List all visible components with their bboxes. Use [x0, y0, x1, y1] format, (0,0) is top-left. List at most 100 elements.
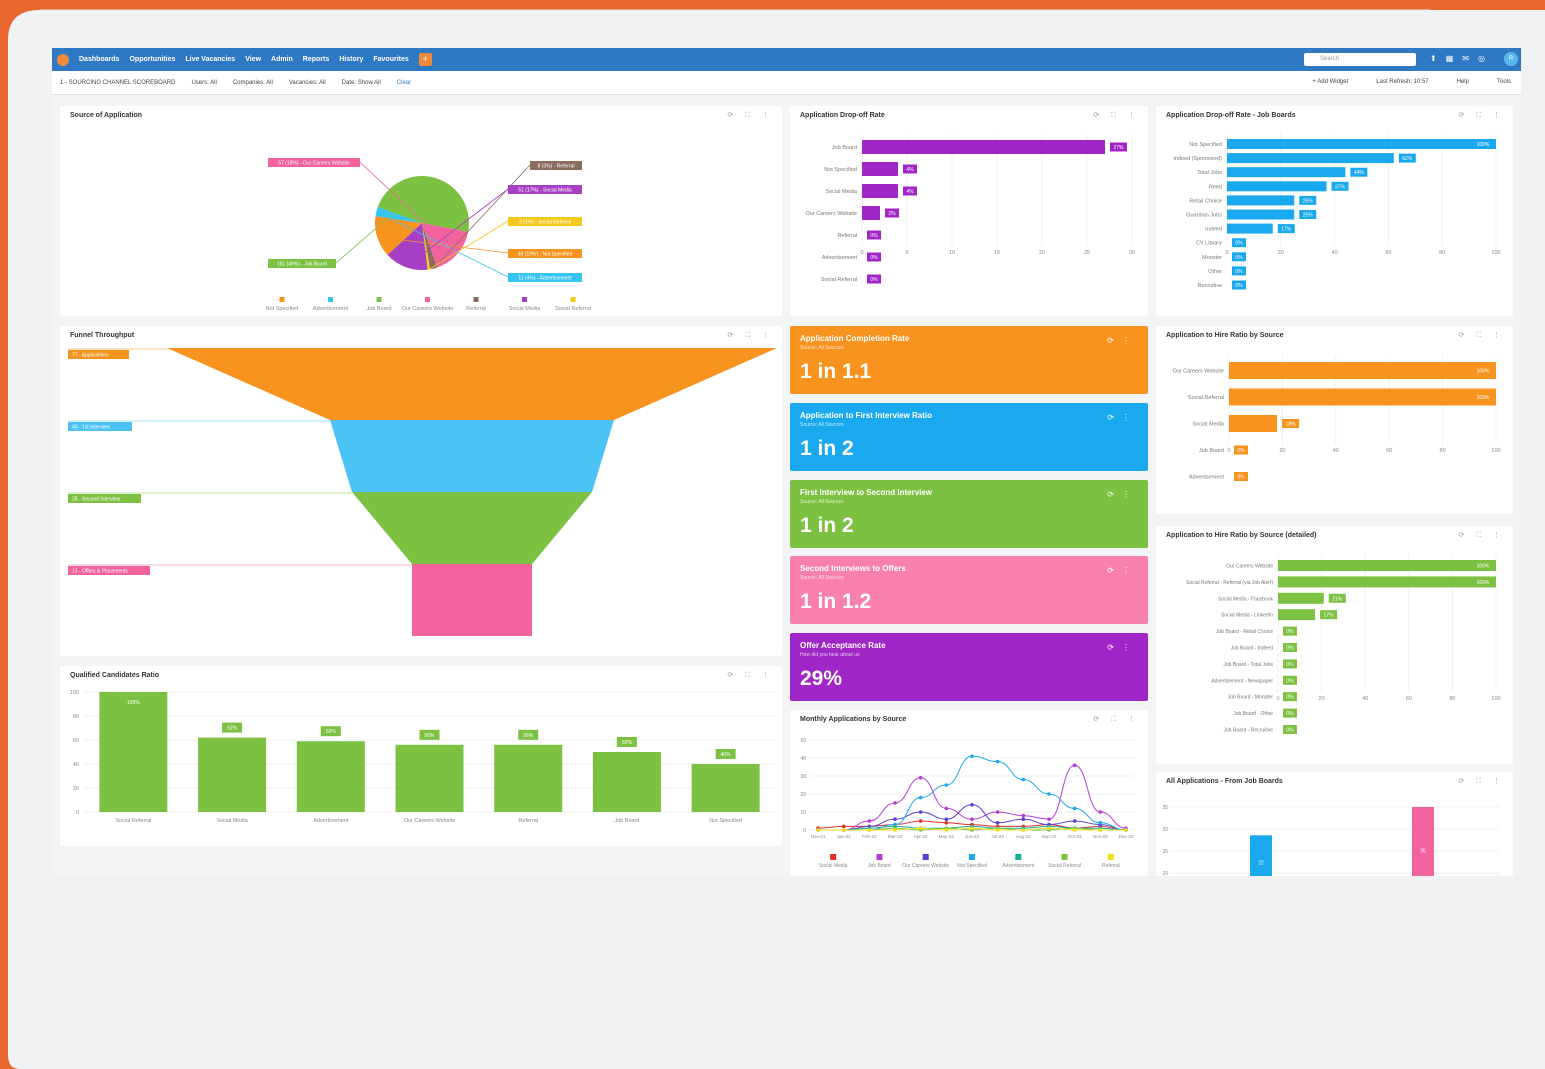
- kpi-actions[interactable]: ⟳⋮: [1107, 643, 1138, 652]
- data-label: 0%: [1237, 475, 1245, 481]
- kpi-subtitle: Source: All Sources: [800, 422, 844, 428]
- monthly-panel: Monthly Applications by Source ⟳ ⛶ ⋮ 0 10…: [790, 710, 1148, 876]
- data-label: 27%: [1113, 145, 1124, 151]
- data-label: 44%: [1354, 170, 1365, 176]
- legend-swatch: [1015, 854, 1022, 860]
- nav-reports[interactable]: Reports: [303, 56, 329, 63]
- kpi-actions[interactable]: ⟳⋮: [1107, 566, 1138, 575]
- nav-view[interactable]: View: [245, 56, 261, 63]
- category-label: Job Board - Recruitive: [1224, 728, 1274, 734]
- last-refresh-button[interactable]: Last Refresh: 10:57: [1376, 79, 1428, 85]
- data-label: 0%: [1286, 711, 1294, 717]
- data-point: [918, 776, 923, 780]
- kpi-actions[interactable]: ⟳⋮: [1107, 490, 1138, 499]
- tick-label: 80: [1440, 448, 1446, 454]
- legend-label: Referral: [1102, 863, 1120, 869]
- kpi-card[interactable]: Offer Acceptance Rate How did you hear a…: [790, 633, 1148, 701]
- kpi-card[interactable]: Application to First Interview Ratio Sou…: [790, 403, 1148, 471]
- tick-label: 10: [800, 810, 806, 816]
- data-label: 0%: [1286, 695, 1294, 701]
- data-label: 21%: [1332, 596, 1343, 602]
- dashboard-name[interactable]: 1 - SOURCING CHANNEL SCOREBOARD: [60, 80, 175, 86]
- kpi-actions[interactable]: ⟳⋮: [1107, 336, 1138, 345]
- nav-favourites[interactable]: Favourites: [373, 56, 408, 63]
- tick-label: 25: [1084, 250, 1090, 256]
- category-label: Recruitive: [1198, 283, 1222, 289]
- add-nav-button[interactable]: +: [418, 53, 432, 66]
- data-label: 56%: [523, 733, 534, 739]
- x-tick-label: Nov-21: [811, 834, 826, 839]
- x-tick-label: Nov-22: [1093, 834, 1108, 839]
- nav-admin[interactable]: Admin: [271, 56, 293, 63]
- panel-actions[interactable]: ⟳ ⛶ ⋮: [1458, 777, 1505, 786]
- category-label: Referral: [518, 818, 538, 824]
- calendar-icon[interactable]: ▦: [1446, 54, 1454, 63]
- funnel-label: 77 - Applications: [72, 353, 109, 359]
- nav-dashboards[interactable]: Dashboards: [79, 56, 119, 63]
- tools-button[interactable]: Tools: [1497, 79, 1511, 85]
- tick-label: 0: [860, 250, 863, 256]
- bar: [1227, 223, 1273, 234]
- kpi-subtitle: Source: All Sources: [800, 345, 844, 351]
- category-label: Referral: [837, 233, 857, 239]
- data-point: [918, 795, 923, 800]
- nav-history[interactable]: History: [339, 56, 363, 63]
- category-label: Indeed: [1205, 227, 1222, 233]
- mail-icon[interactable]: ✉: [1462, 54, 1469, 63]
- vacancies-filter[interactable]: Vacancies: All: [289, 80, 326, 86]
- tick-label: 30: [1129, 250, 1135, 256]
- panel-actions[interactable]: ⟳ ⛶ ⋮: [727, 331, 774, 340]
- data-point: [944, 821, 949, 825]
- legend-label: Advertisement: [1002, 863, 1035, 869]
- kpi-card[interactable]: Application Completion Rate Source: All …: [790, 326, 1148, 394]
- bar: [862, 184, 898, 198]
- funnel-label: 28 - Second Interview: [72, 497, 121, 503]
- data-point: [816, 828, 820, 832]
- help-icon[interactable]: ◎: [1478, 54, 1485, 63]
- data-point: [1072, 819, 1077, 823]
- category-label: Not Specified: [824, 167, 857, 173]
- date-filter[interactable]: Date: Show All: [342, 80, 381, 86]
- data-point: [944, 817, 949, 821]
- category-label: Indeed (Sponsored): [1173, 156, 1222, 162]
- panel-actions[interactable]: ⟳ ⛶ ⋮: [727, 671, 774, 680]
- x-tick-label: Mar-22: [888, 834, 903, 839]
- legend-swatch: [1107, 854, 1114, 860]
- nav-opportunities[interactable]: Opportunities: [129, 56, 175, 63]
- data-label: 0%: [1237, 448, 1245, 454]
- avatar[interactable]: R: [1504, 52, 1518, 66]
- upload-icon[interactable]: ⬆: [1430, 54, 1437, 63]
- legend-swatch: [922, 854, 929, 860]
- data-point: [995, 828, 1000, 832]
- category-label: Retail Choice: [1189, 198, 1222, 204]
- clear-filters-link[interactable]: Clear: [397, 80, 411, 86]
- kpi-card[interactable]: First Interview to Second Interview Sour…: [790, 480, 1148, 548]
- help-button[interactable]: Help: [1457, 79, 1469, 85]
- kpi-actions[interactable]: ⟳⋮: [1107, 413, 1138, 422]
- companies-filter[interactable]: Companies: All: [233, 80, 273, 86]
- category-label: Not Specified: [1189, 142, 1222, 148]
- funnel-segment: [167, 348, 777, 420]
- data-label: 0%: [1286, 728, 1294, 734]
- tick-label: 60: [73, 738, 79, 744]
- kpi-title: First Interview to Second Interview: [800, 488, 933, 497]
- users-filter[interactable]: Users: All: [191, 80, 216, 86]
- category-label: Reed: [1209, 184, 1222, 190]
- kpi-subtitle: How did you hear about us: [800, 652, 860, 658]
- legend-swatch: [830, 854, 837, 860]
- data-point: [1098, 810, 1103, 814]
- legend-label: Job Board: [868, 863, 891, 869]
- search-input[interactable]: Search: [1304, 53, 1416, 66]
- data-label: 62%: [227, 726, 238, 732]
- add-widget-button[interactable]: + Add Widget: [1312, 79, 1348, 85]
- data-point: [893, 817, 897, 821]
- category-label: Monster: [1202, 255, 1222, 261]
- nav-live-vacancies[interactable]: Live Vacancies: [185, 56, 235, 63]
- category-label: Advertisement: [1189, 475, 1225, 481]
- app-logo[interactable]: [57, 53, 69, 66]
- kpi-card[interactable]: Second Interviews to Offers Source: All …: [790, 556, 1148, 624]
- data-point: [867, 819, 872, 823]
- top-icons: ⬆ ▦ ✉ ◎: [1430, 54, 1485, 63]
- data-label: 37%: [1335, 184, 1346, 190]
- qualified-chart: 0 20 40 60 80 100 Social Referral 100% Social Me…: [70, 690, 775, 824]
